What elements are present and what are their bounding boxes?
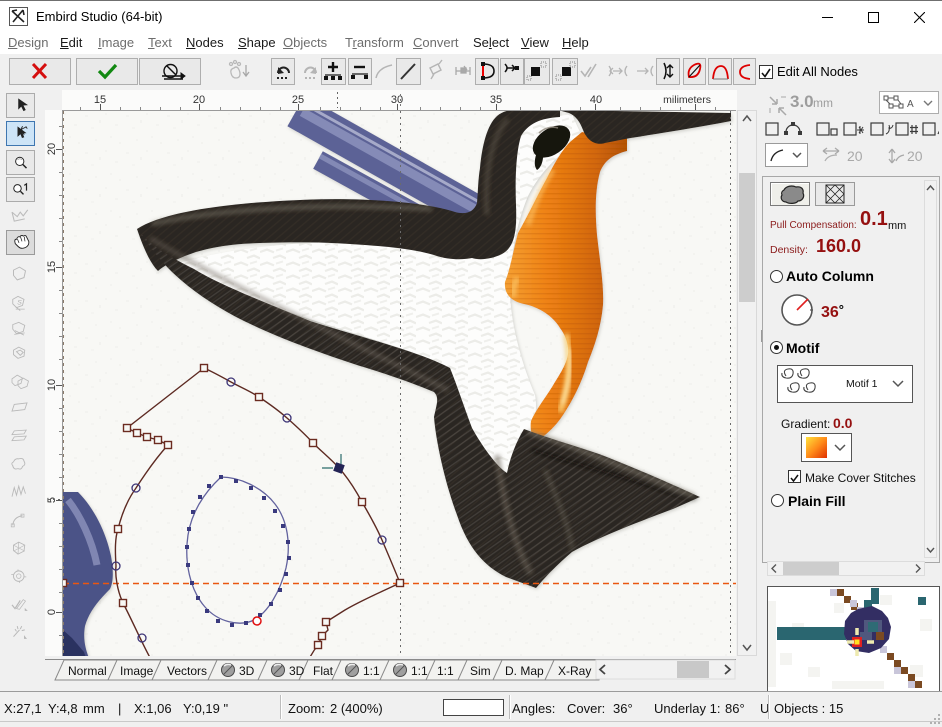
svg-text:1:1: 1:1 <box>411 664 428 678</box>
svg-text:1:1: 1:1 <box>363 664 380 678</box>
svg-text:X-Ray: X-Ray <box>558 664 591 678</box>
svg-text:20: 20 <box>907 148 923 164</box>
svg-text:D. Map: D. Map <box>505 664 544 678</box>
svg-text:S: S <box>17 300 22 307</box>
svg-text:1:1: 1:1 <box>437 664 454 678</box>
svg-text:Flat: Flat <box>313 664 334 678</box>
svg-text:Normal: Normal <box>68 664 107 678</box>
svg-text:3D: 3D <box>289 664 305 678</box>
svg-text:Image: Image <box>120 664 154 678</box>
svg-text:Sim: Sim <box>470 664 491 678</box>
svg-text:20: 20 <box>847 148 863 164</box>
svg-text:Vectors: Vectors <box>167 664 207 678</box>
svg-text:milimeters: milimeters <box>663 94 711 106</box>
svg-text:A: A <box>907 99 914 110</box>
svg-text:Motif 1: Motif 1 <box>846 378 878 390</box>
svg-text:3D: 3D <box>239 664 255 678</box>
